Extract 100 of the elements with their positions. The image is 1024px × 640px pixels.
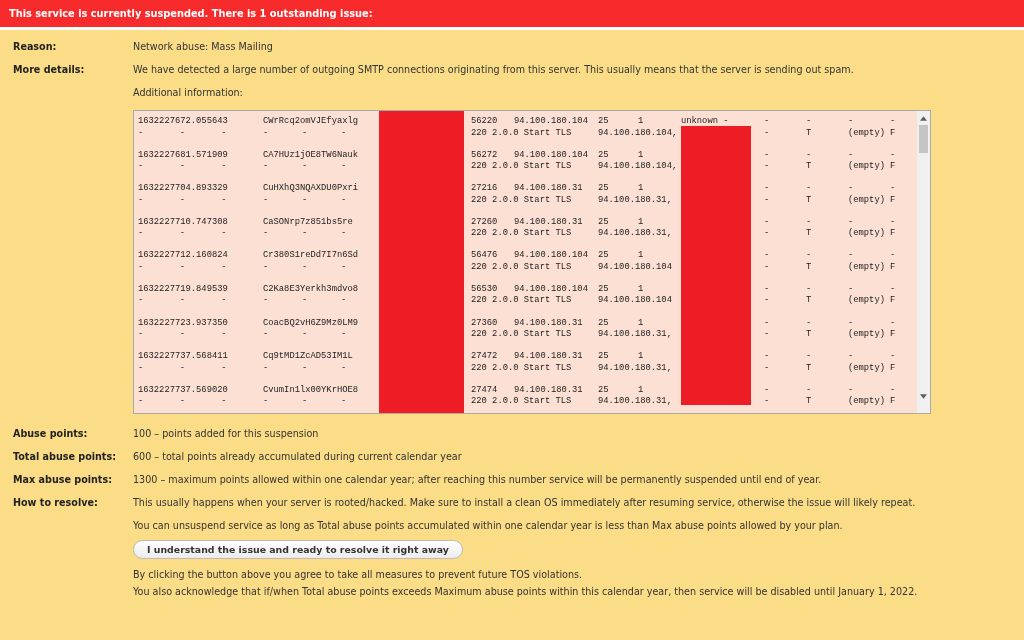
log-text: - bbox=[890, 384, 897, 397]
scroll-up-icon[interactable] bbox=[920, 116, 927, 121]
agreement-text: You also acknowledge that if/when Total abuse points exceeds Maximum abuse points within this calendar year, then service will be disabled until January 1, 2022. bbox=[133, 585, 918, 599]
log-text: - bbox=[806, 317, 813, 330]
log-text: 94.100.180.31, bbox=[598, 362, 673, 375]
log-text: - bbox=[138, 127, 145, 139]
log-text: - bbox=[764, 396, 771, 408]
log-text: 94.100.180.104 bbox=[514, 149, 589, 162]
log-text: - bbox=[179, 228, 186, 240]
log-text: - bbox=[764, 216, 771, 229]
scrollbar-thumb[interactable] bbox=[919, 125, 928, 153]
log-text: - bbox=[341, 295, 348, 307]
log-text: 1632227710.747308 bbox=[138, 216, 229, 229]
log-text: (empty) bbox=[848, 127, 886, 139]
log-text: - bbox=[764, 194, 771, 207]
log-text: T bbox=[806, 194, 813, 207]
log-text: T bbox=[806, 295, 813, 307]
log-text: - bbox=[764, 161, 771, 173]
log-text: 220 2.0.0 Start TLS bbox=[471, 362, 573, 375]
log-text: - bbox=[764, 116, 771, 128]
scroll-down-icon[interactable] bbox=[920, 394, 927, 399]
scrollbar[interactable] bbox=[917, 111, 930, 413]
log-text: CWrRcq2omVJEfyaxlg bbox=[263, 116, 360, 128]
log-text: - bbox=[806, 250, 813, 262]
log-text: - bbox=[179, 127, 186, 139]
log-text: T bbox=[806, 261, 813, 274]
log-text: - bbox=[764, 149, 771, 162]
log-text: 1 bbox=[638, 149, 645, 162]
log-text: 56530 bbox=[471, 283, 499, 296]
log-text: - bbox=[764, 283, 771, 296]
log-text: 27472 bbox=[471, 351, 499, 363]
log-text: - bbox=[806, 149, 813, 162]
log-text: - bbox=[302, 228, 309, 240]
log-text: 1 bbox=[638, 250, 645, 262]
log-text: - bbox=[302, 161, 309, 173]
log-text: - bbox=[263, 161, 270, 173]
field-value: Network abuse: Mass Mailing bbox=[133, 41, 273, 52]
log-text: T bbox=[806, 127, 813, 139]
log-text: 1 bbox=[638, 351, 645, 363]
log-text: - bbox=[302, 194, 309, 207]
log-text: 27260 bbox=[471, 216, 499, 229]
log-text: 220 2.0.0 Start TLS bbox=[471, 261, 573, 274]
resolve-button[interactable]: I understand the issue and ready to resolve it right away bbox=[133, 540, 463, 559]
log-text: F bbox=[890, 161, 897, 173]
log-text: 94.100.180.104, bbox=[598, 161, 679, 173]
log-text: - bbox=[806, 384, 813, 397]
field-value: 100 – points added for this suspension bbox=[133, 428, 319, 439]
log-text: - bbox=[764, 362, 771, 375]
log-text: 1632227737.568411 bbox=[138, 351, 229, 363]
log-text: - bbox=[764, 329, 771, 341]
log-text: 1 bbox=[638, 283, 645, 296]
log-text: 220 2.0.0 Start TLS bbox=[471, 161, 573, 173]
log-text: 94.100.180.104 bbox=[598, 261, 673, 274]
agreement-text: By clicking the button above you agree to take all measures to prevent future TOS violations. bbox=[133, 568, 584, 582]
log-text: (empty) bbox=[848, 228, 886, 240]
log-text: - bbox=[138, 228, 145, 240]
log-text: F bbox=[890, 228, 897, 240]
log-text: F bbox=[890, 396, 897, 408]
log-text: - bbox=[341, 127, 348, 139]
log-text: F bbox=[890, 362, 897, 375]
log-text: 1 bbox=[638, 216, 645, 229]
log-text: 1 bbox=[638, 317, 645, 330]
log-text: - bbox=[848, 149, 855, 161]
log-text: 220 2.0.0 Start TLS bbox=[471, 194, 573, 207]
log-text: 25 bbox=[598, 116, 610, 128]
log-text: T bbox=[806, 362, 813, 375]
log-text: - bbox=[221, 194, 228, 207]
log-text: 1632227681.571909 bbox=[138, 149, 229, 162]
log-text: - bbox=[138, 362, 145, 375]
log-text: 25 bbox=[598, 351, 610, 363]
log-text: T bbox=[806, 396, 813, 408]
log-text: 25 bbox=[598, 283, 610, 296]
log-text: 94.100.180.104, bbox=[598, 127, 679, 139]
log-text: - bbox=[221, 329, 228, 341]
log-text: CA7HUz1jOE8TW6Nauk bbox=[263, 149, 360, 162]
field-label: Reason: bbox=[12, 41, 58, 52]
log-text: - bbox=[221, 161, 228, 173]
log-text: F bbox=[890, 194, 897, 207]
log-text: 94.100.180.104 bbox=[514, 283, 589, 296]
suspension-banner: This service is currently suspended. There is 1 outstanding issue: bbox=[0, 0, 1024, 30]
log-text: T bbox=[806, 228, 813, 240]
log-text: 56476 bbox=[471, 250, 499, 262]
log-text: - bbox=[848, 250, 855, 262]
log-text: CvumIn1lx00YKrHOE8 bbox=[263, 384, 360, 397]
log-text: 220 2.0.0 Start TLS bbox=[471, 329, 573, 341]
log-text: - bbox=[302, 396, 309, 408]
log-text: 25 bbox=[598, 183, 610, 195]
log-text: 1632227704.893329 bbox=[138, 183, 229, 195]
log-text: - bbox=[138, 161, 145, 173]
log-text: - bbox=[848, 116, 855, 128]
log-text: (empty) bbox=[848, 261, 886, 274]
log-text: - bbox=[806, 283, 813, 296]
log-text: (empty) bbox=[848, 295, 886, 307]
log-text: 94.100.180.31 bbox=[514, 384, 584, 397]
log-text: - bbox=[263, 362, 270, 375]
log-text: 94.100.180.31, bbox=[598, 194, 673, 207]
log-text: - bbox=[179, 194, 186, 207]
log-text: - bbox=[890, 283, 897, 296]
log-text: 94.100.180.104 bbox=[598, 295, 673, 307]
log-text: - bbox=[848, 283, 855, 295]
